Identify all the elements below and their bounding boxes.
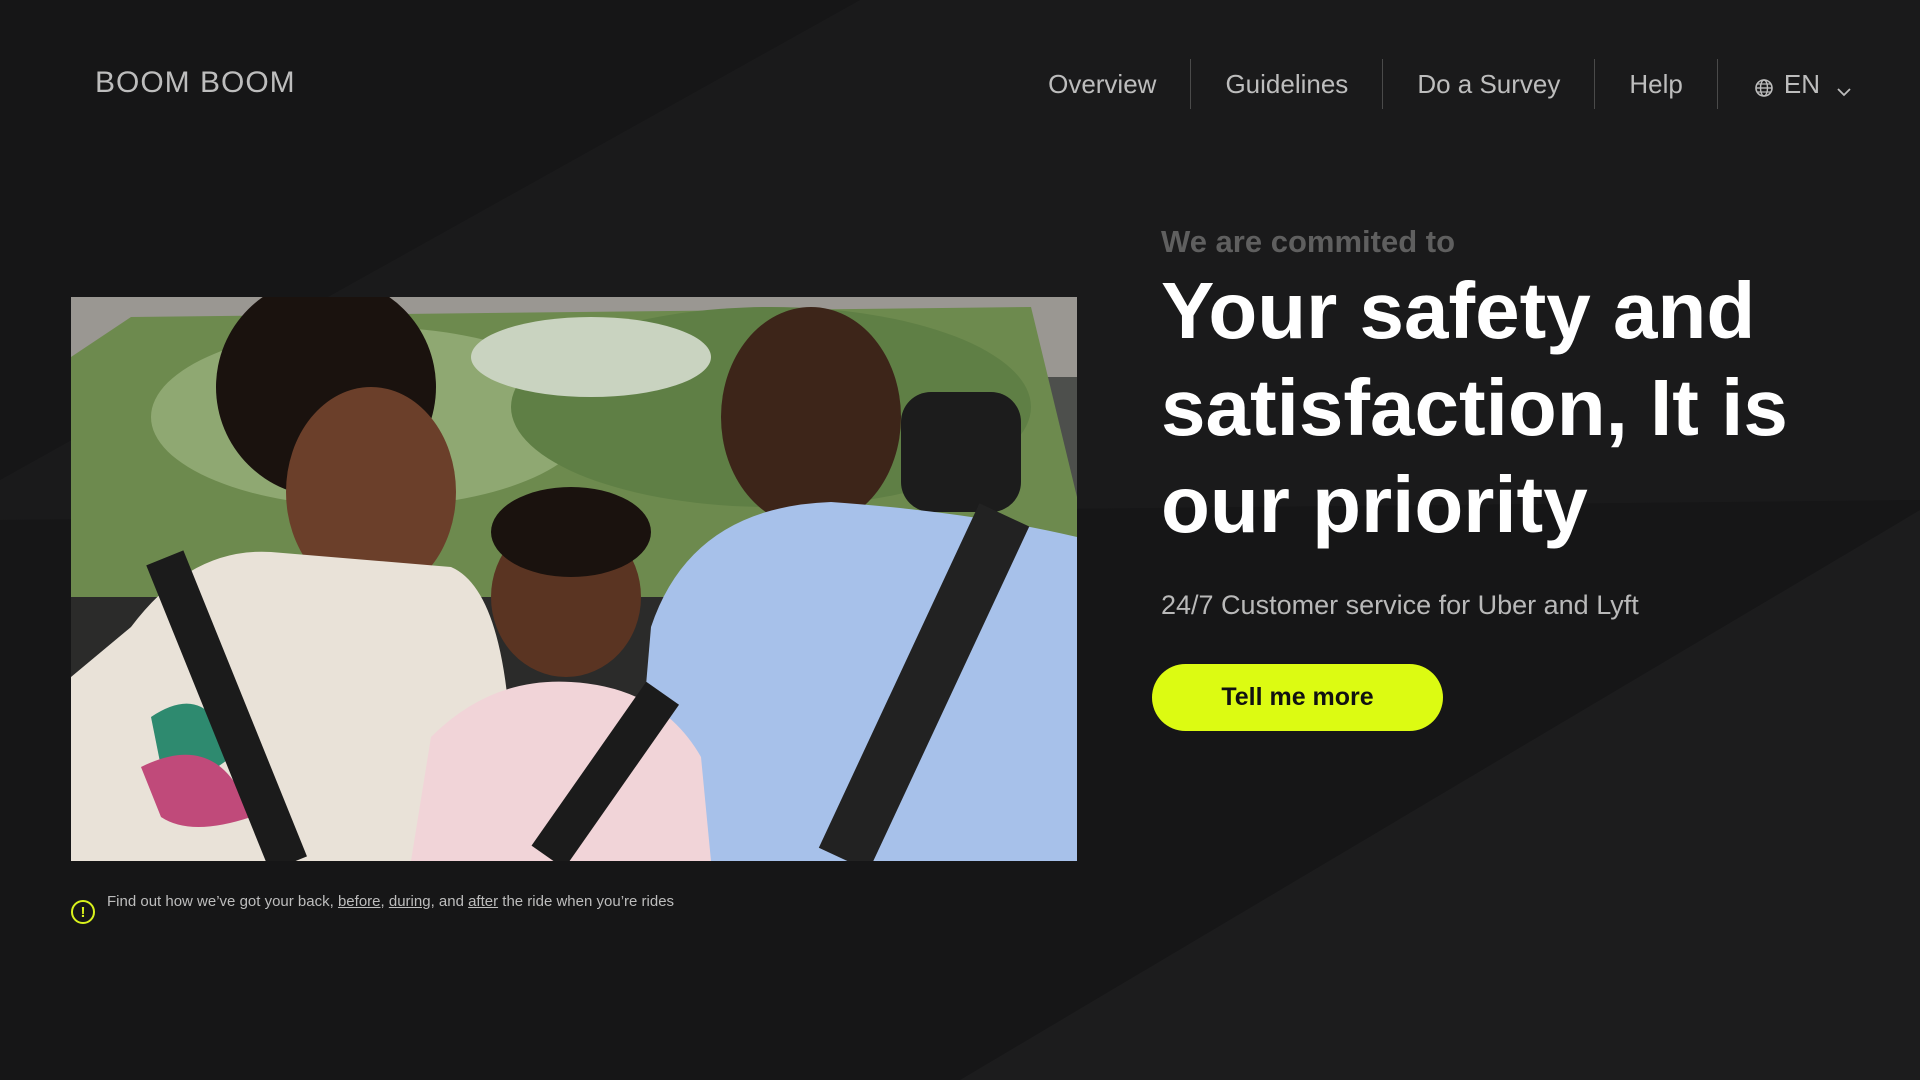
globe-icon	[1754, 74, 1774, 97]
top-navigation: Overview Guidelines Do a Survey Help EN	[1014, 58, 1852, 110]
hero-subhead: 24/7 Customer service for Uber and Lyft	[1161, 590, 1639, 620]
note-text-part: Find out how we’ve got your back,	[107, 893, 338, 910]
note-text-part: the ride when you’re rides	[498, 893, 675, 910]
language-selector[interactable]: EN	[1718, 58, 1852, 110]
safety-note-text: Find out how we’ve got your back, before…	[107, 892, 674, 911]
tell-me-more-button[interactable]: Tell me more	[1152, 664, 1443, 731]
language-label: EN	[1783, 68, 1820, 99]
note-text-part: ,	[380, 893, 389, 910]
hero-eyebrow: We are commited to	[1161, 224, 1456, 259]
nav-item-guidelines[interactable]: Guidelines	[1191, 58, 1382, 110]
safety-note: ! Find out how we’ve got your back, befo…	[71, 892, 711, 924]
link-before[interactable]: before	[338, 893, 381, 910]
nav-item-help[interactable]: Help	[1595, 58, 1716, 110]
chevron-down-icon	[1836, 76, 1852, 97]
link-during[interactable]: during	[389, 893, 431, 910]
hero-photo	[71, 297, 1077, 861]
link-after[interactable]: after	[468, 893, 498, 910]
landing-page: BOOM BOOM Overview Guidelines Do a Surve…	[0, 0, 1920, 1080]
brand-logo[interactable]: BOOM BOOM	[95, 66, 296, 100]
hero-headline: Your safety and satisfaction, It is our …	[1161, 266, 1788, 549]
nav-item-overview[interactable]: Overview	[1014, 58, 1190, 110]
info-icon: !	[71, 900, 95, 924]
note-text-part: , and	[430, 893, 469, 910]
nav-item-survey[interactable]: Do a Survey	[1383, 58, 1594, 110]
